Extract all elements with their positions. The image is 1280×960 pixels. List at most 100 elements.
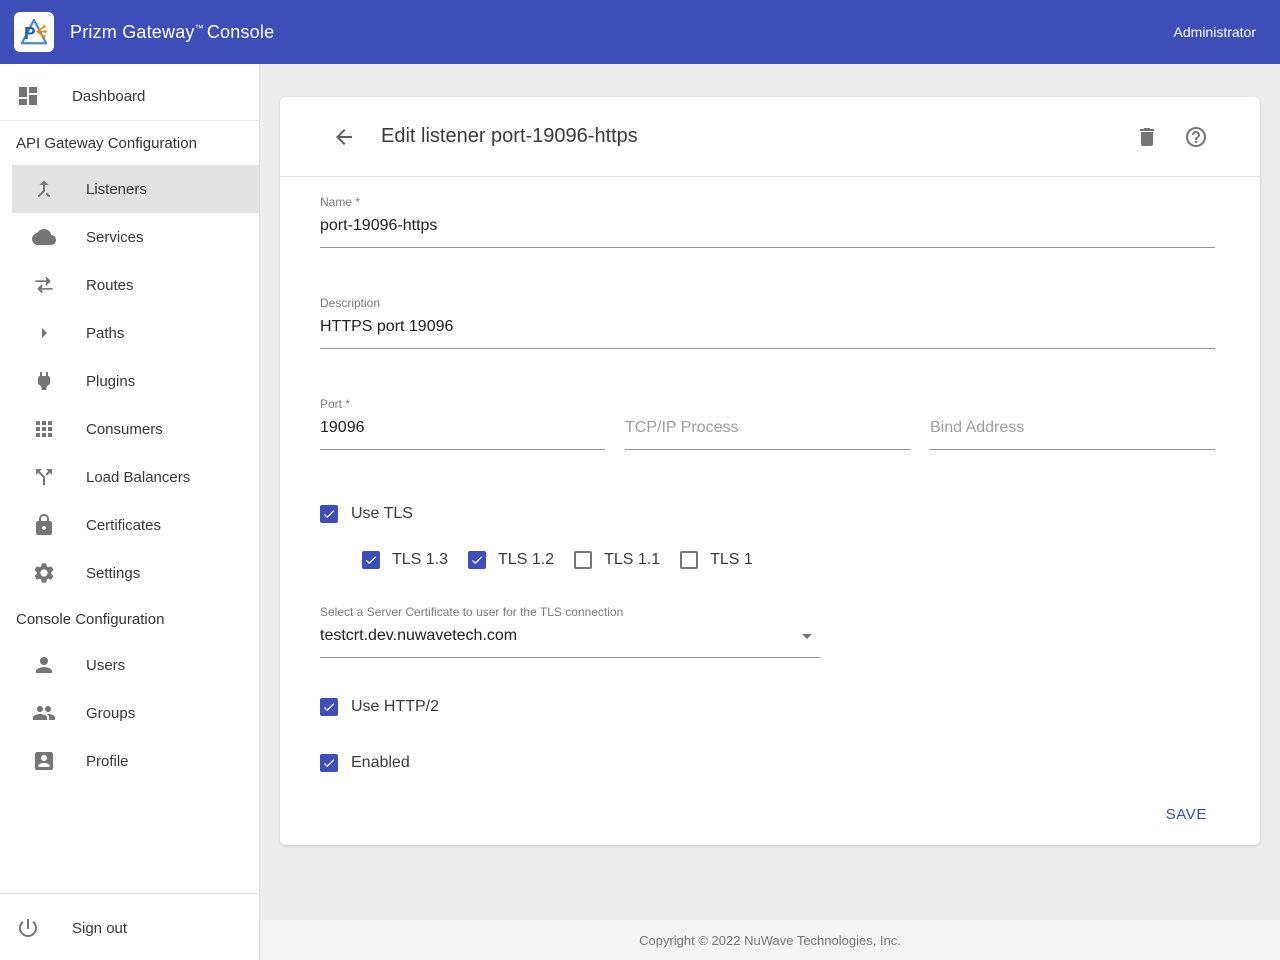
tls-versions-row: TLS 1.3 TLS 1.2	[362, 551, 1215, 569]
app-header: P Prizm Gateway™Console Administrator	[0, 0, 1280, 64]
check-icon	[364, 552, 378, 568]
certificate-select[interactable]: testcrt.dev.nuwavetech.com	[320, 621, 820, 658]
bind-address-field-group	[930, 413, 1215, 450]
check-icon	[322, 699, 336, 715]
check-icon	[470, 552, 484, 568]
sidebar-item-label: Plugins	[86, 373, 135, 390]
description-field-group: Description	[320, 296, 1215, 349]
sidebar-item-load-balancers[interactable]: Load Balancers	[0, 453, 259, 501]
sidebar-item-certificates[interactable]: Certificates	[0, 501, 259, 549]
sidebar-item-dashboard[interactable]: Dashboard	[0, 72, 259, 120]
tls-1-3-checkbox[interactable]	[362, 551, 380, 569]
port-label: Port *	[320, 397, 605, 411]
tls-1-3-label: TLS 1.3	[392, 551, 448, 569]
sidebar-item-groups[interactable]: Groups	[0, 689, 259, 737]
sidebar-item-listeners[interactable]: Listeners	[0, 165, 259, 213]
use-tls-label: Use TLS	[351, 505, 413, 523]
app-title-suffix: Console	[207, 22, 274, 42]
dropdown-arrow-icon	[802, 634, 812, 639]
sign-out-button[interactable]: Sign out	[0, 904, 259, 952]
sidebar-item-label: Certificates	[86, 517, 161, 534]
port-field-group: Port *	[320, 397, 605, 450]
sidebar-item-label: Routes	[86, 277, 134, 294]
app-root: P Prizm Gateway™Console Administrator	[0, 0, 1280, 960]
sidebar-item-consumers[interactable]: Consumers	[0, 405, 259, 453]
name-input[interactable]	[320, 211, 1215, 248]
enabled-row: Enabled	[320, 754, 1215, 772]
port-input[interactable]	[320, 413, 605, 450]
people-icon	[32, 701, 56, 725]
sidebar-item-label: Services	[86, 229, 144, 246]
trademark-symbol: ™	[195, 23, 204, 33]
swap-arrows-icon	[32, 273, 56, 297]
delete-button[interactable]	[1135, 125, 1159, 149]
name-field-group: Name *	[320, 195, 1215, 248]
tls-1-3-row: TLS 1.3	[362, 551, 448, 569]
copyright-text: Copyright © 2022 NuWave Technologies, In…	[639, 933, 901, 948]
power-icon	[16, 916, 40, 940]
call-split-icon	[32, 465, 56, 489]
sidebar-item-label: Users	[86, 657, 125, 674]
section-api-gateway-configuration: API Gateway Configuration	[0, 121, 259, 165]
tls-1-1-checkbox[interactable]	[574, 551, 592, 569]
edit-listener-card: Edit listener port-19096-https Name *	[280, 97, 1260, 845]
sign-out-label: Sign out	[72, 920, 127, 937]
app-title: Prizm Gateway™Console	[70, 22, 274, 43]
enabled-checkbox[interactable]	[320, 754, 338, 772]
sidebar-item-services[interactable]: Services	[0, 213, 259, 261]
section-console-configuration: Console Configuration	[0, 597, 259, 641]
sidebar-item-paths[interactable]: Paths	[0, 309, 259, 357]
use-tls-checkbox[interactable]	[320, 505, 338, 523]
sidebar-item-label: Groups	[86, 705, 135, 722]
tls-1-1-row: TLS 1.1	[574, 551, 660, 569]
sidebar-item-label: Dashboard	[72, 88, 145, 105]
gear-icon	[32, 561, 56, 585]
arrow-right-icon	[32, 321, 56, 345]
prizm-logo: P	[14, 12, 54, 52]
tls-1-2-checkbox[interactable]	[468, 551, 486, 569]
bind-address-input[interactable]	[930, 413, 1215, 450]
footer: Copyright © 2022 NuWave Technologies, In…	[260, 920, 1280, 960]
sidebar-item-users[interactable]: Users	[0, 641, 259, 689]
back-button[interactable]	[332, 125, 356, 149]
check-icon	[322, 755, 336, 771]
description-input[interactable]	[320, 312, 1215, 349]
page-title: Edit listener port-19096-https	[381, 125, 638, 148]
tls-1-2-label: TLS 1.2	[498, 551, 554, 569]
person-icon	[32, 653, 56, 677]
tls-1-label: TLS 1	[710, 551, 753, 569]
tls-1-checkbox[interactable]	[680, 551, 698, 569]
call-merge-icon	[32, 177, 56, 201]
card-body: Name * Description Port *	[280, 177, 1260, 845]
use-http2-checkbox[interactable]	[320, 698, 338, 716]
use-tls-row: Use TLS	[320, 505, 1215, 523]
sidebar-item-label: Paths	[86, 325, 124, 342]
svg-text:P: P	[24, 24, 35, 43]
certificate-value: testcrt.dev.nuwavetech.com	[320, 627, 517, 645]
tls-1-1-label: TLS 1.1	[604, 551, 660, 569]
enabled-label: Enabled	[351, 754, 410, 772]
sidebar-item-plugins[interactable]: Plugins	[0, 357, 259, 405]
sidebar-item-label: Consumers	[86, 421, 163, 438]
dashboard-icon	[16, 84, 40, 108]
main-area: Edit listener port-19096-https Name *	[260, 64, 1280, 960]
tcpip-field-group	[625, 413, 910, 450]
sidebar-item-label: Load Balancers	[86, 469, 190, 486]
use-http2-label: Use HTTP/2	[351, 698, 439, 716]
plug-icon	[32, 369, 56, 393]
sidebar-item-profile[interactable]: Profile	[0, 737, 259, 785]
sidebar-item-label: Profile	[86, 753, 129, 770]
sidebar-item-settings[interactable]: Settings	[0, 549, 259, 597]
certificate-select-field: Select a Server Certificate to user for …	[320, 605, 820, 658]
account-box-icon	[32, 749, 56, 773]
use-http2-row: Use HTTP/2	[320, 698, 1215, 716]
save-button[interactable]: SAVE	[1158, 798, 1215, 831]
tcpip-process-input[interactable]	[625, 413, 910, 450]
sidebar-item-routes[interactable]: Routes	[0, 261, 259, 309]
description-label: Description	[320, 296, 1215, 310]
trash-icon	[1135, 125, 1159, 149]
sidebar-item-label: Listeners	[86, 181, 147, 198]
help-button[interactable]	[1184, 125, 1208, 149]
name-label: Name *	[320, 195, 1215, 209]
tls-1-row: TLS 1	[680, 551, 753, 569]
